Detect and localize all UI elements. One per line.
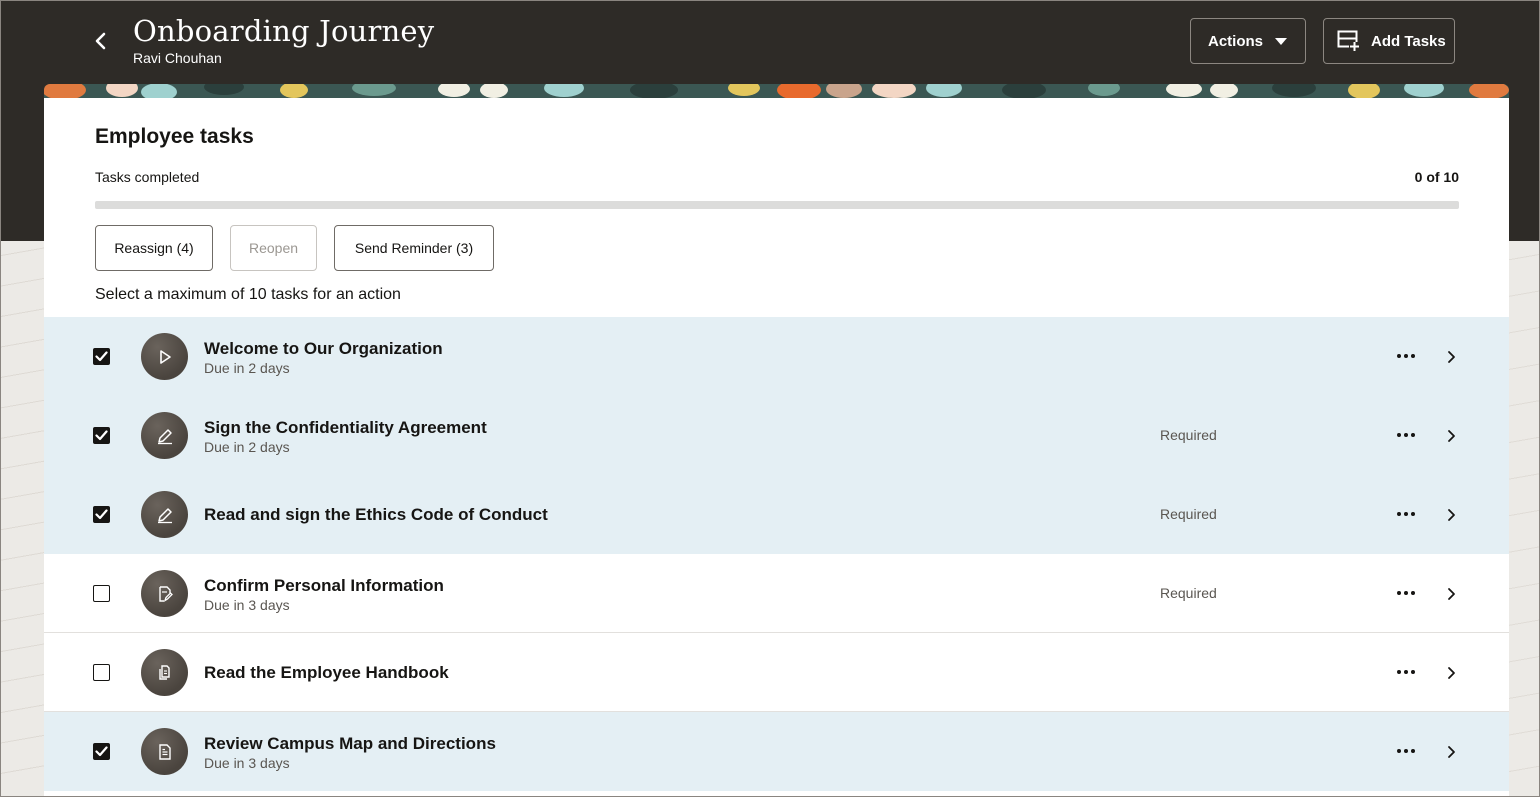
edit-document-icon bbox=[141, 570, 188, 617]
task-checkbox[interactable] bbox=[93, 743, 110, 760]
task-row[interactable]: Welcome to Our Organization Due in 2 days bbox=[44, 317, 1509, 396]
banner-pattern bbox=[44, 84, 1509, 98]
more-actions-icon[interactable] bbox=[1393, 661, 1419, 683]
add-tasks-label: Add Tasks bbox=[1371, 32, 1446, 50]
selection-hint: Select a maximum of 10 tasks for an acti… bbox=[95, 286, 401, 303]
task-row[interactable]: Read and sign the Ethics Code of Conduct… bbox=[44, 475, 1509, 554]
task-row[interactable]: Sign the Confidentiality Agreement Due in… bbox=[44, 396, 1509, 475]
reopen-button[interactable]: Reopen bbox=[230, 225, 317, 271]
background-texture-left bbox=[0, 241, 44, 797]
chevron-right-icon[interactable] bbox=[1442, 425, 1460, 447]
task-name[interactable]: Sign the Confidentiality Agreement bbox=[204, 418, 487, 438]
task-name[interactable]: Review Campus Map and Directions bbox=[204, 734, 496, 754]
task-row[interactable]: Confirm Personal Information Due in 3 day… bbox=[44, 554, 1509, 633]
required-label: Required bbox=[1160, 585, 1217, 601]
task-checkbox[interactable] bbox=[93, 506, 110, 523]
task-name[interactable]: Welcome to Our Organization bbox=[204, 339, 443, 359]
more-actions-icon[interactable] bbox=[1393, 740, 1419, 762]
chevron-right-icon[interactable] bbox=[1442, 346, 1460, 368]
back-button[interactable] bbox=[86, 26, 116, 56]
pencil-icon bbox=[141, 412, 188, 459]
task-checkbox[interactable] bbox=[93, 427, 110, 444]
required-label: Required bbox=[1160, 506, 1217, 522]
tasks-completed-count: 0 of 10 bbox=[1414, 169, 1459, 185]
task-name[interactable]: Confirm Personal Information bbox=[204, 576, 444, 596]
task-name[interactable]: Read the Employee Handbook bbox=[204, 663, 449, 683]
tasks-progress-bar bbox=[95, 201, 1459, 209]
chevron-right-icon[interactable] bbox=[1442, 741, 1460, 763]
send-reminder-button[interactable]: Send Reminder (3) bbox=[334, 225, 494, 271]
documents-icon bbox=[141, 649, 188, 696]
more-actions-icon[interactable] bbox=[1393, 345, 1419, 367]
task-due: Due in 2 days bbox=[204, 439, 290, 455]
section-title: Employee tasks bbox=[95, 125, 254, 148]
reassign-button[interactable]: Reassign (4) bbox=[95, 225, 213, 271]
more-actions-icon[interactable] bbox=[1393, 582, 1419, 604]
actions-button[interactable]: Actions bbox=[1190, 18, 1306, 64]
task-due: Due in 3 days bbox=[204, 755, 290, 771]
required-label: Required bbox=[1160, 427, 1217, 443]
task-due: Due in 2 days bbox=[204, 360, 290, 376]
play-icon bbox=[141, 333, 188, 380]
caret-down-icon bbox=[1275, 38, 1287, 45]
page-title: Onboarding Journey bbox=[133, 14, 435, 48]
background-texture-right bbox=[1509, 241, 1540, 797]
chevron-left-icon bbox=[95, 32, 106, 50]
task-name[interactable]: Read and sign the Ethics Code of Conduct bbox=[204, 505, 548, 525]
chevron-right-icon[interactable] bbox=[1442, 504, 1460, 526]
task-row[interactable]: Read the Employee Handbook bbox=[44, 633, 1509, 712]
more-actions-icon[interactable] bbox=[1393, 503, 1419, 525]
task-row[interactable]: Review Campus Map and Directions Due in 3… bbox=[44, 712, 1509, 791]
page-subtitle: Ravi Chouhan bbox=[133, 50, 222, 66]
employee-tasks-card: Employee tasks Tasks completed 0 of 10 R… bbox=[44, 98, 1509, 797]
task-checkbox[interactable] bbox=[93, 585, 110, 602]
add-list-icon bbox=[1337, 30, 1360, 51]
task-due: Due in 3 days bbox=[204, 597, 290, 613]
task-checkbox[interactable] bbox=[93, 348, 110, 365]
chevron-right-icon[interactable] bbox=[1442, 662, 1460, 684]
chevron-right-icon[interactable] bbox=[1442, 583, 1460, 605]
add-tasks-button[interactable]: Add Tasks bbox=[1323, 18, 1455, 64]
pencil-icon bbox=[141, 491, 188, 538]
document-icon bbox=[141, 728, 188, 775]
decorative-banner bbox=[44, 84, 1509, 98]
more-actions-icon[interactable] bbox=[1393, 424, 1419, 446]
actions-button-label: Actions bbox=[1208, 32, 1264, 50]
tasks-completed-label: Tasks completed bbox=[95, 169, 200, 185]
task-list: Welcome to Our Organization Due in 2 days… bbox=[44, 317, 1509, 791]
task-checkbox[interactable] bbox=[93, 664, 110, 681]
